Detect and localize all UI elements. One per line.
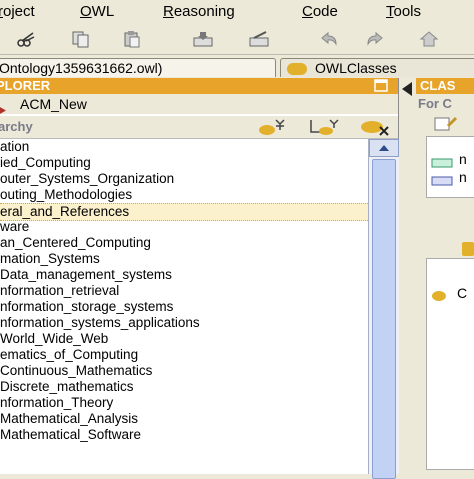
tab-ontology-file[interactable]: Ontology1359631662.owl) bbox=[0, 58, 276, 77]
collapse-arrow-icon[interactable] bbox=[402, 82, 412, 101]
tree-item[interactable]: nformation_storage_systems bbox=[0, 299, 368, 315]
ontology-row: ACM_New bbox=[0, 94, 398, 114]
tree-item[interactable]: outing_Methodologies bbox=[0, 187, 368, 203]
tab-row: Ontology1359631662.owl) OWLClasses bbox=[0, 56, 474, 78]
tree-item[interactable]: Mathematical_Software bbox=[0, 427, 368, 443]
class-editor-panel: CLAS For C n n C bbox=[400, 78, 474, 474]
menu-tools[interactable]: Tools bbox=[386, 3, 421, 20]
property-icon-blue bbox=[431, 173, 453, 191]
edit-annotation-icon[interactable] bbox=[434, 116, 458, 137]
scroll-up-button[interactable] bbox=[369, 139, 399, 157]
ontology-name: ACM_New bbox=[20, 96, 87, 112]
tree-item[interactable]: an_Centered_Computing bbox=[0, 235, 368, 251]
tree-item[interactable]: ware bbox=[0, 219, 368, 235]
menu-reasoning[interactable]: Reasoning bbox=[163, 3, 235, 20]
undo-icon[interactable] bbox=[318, 29, 340, 49]
tree-item[interactable]: Mathematical_Analysis bbox=[0, 411, 368, 427]
tab-owl-classes[interactable]: OWLClasses bbox=[280, 58, 474, 77]
property-icon-green bbox=[431, 155, 453, 173]
insert-icon[interactable] bbox=[192, 29, 214, 49]
chevron-up-icon bbox=[379, 145, 389, 151]
annotation-item-1[interactable]: n bbox=[459, 151, 467, 167]
tree-item[interactable]: World_Wide_Web bbox=[0, 331, 368, 347]
scroll-thumb[interactable] bbox=[372, 159, 396, 479]
explorer-title: PLORER bbox=[0, 78, 51, 93]
menu-project[interactable]: roject bbox=[0, 3, 35, 20]
class-icon bbox=[287, 63, 307, 76]
for-class-label: For C bbox=[418, 96, 452, 111]
redo-icon[interactable] bbox=[364, 29, 386, 49]
annotations-box: n n bbox=[426, 136, 474, 198]
toolbar bbox=[0, 24, 474, 55]
tree-item[interactable]: mation_Systems bbox=[0, 251, 368, 267]
tree-scrollbar[interactable] bbox=[368, 139, 399, 479]
tab-ontology-file-label: Ontology1359631662.owl) bbox=[0, 60, 163, 76]
superclass-item[interactable]: C bbox=[457, 285, 467, 301]
class-explorer-panel: PLORER ACM_New archy ation ied_Computing… bbox=[0, 78, 399, 479]
paste-icon[interactable] bbox=[121, 29, 143, 49]
tree-item[interactable]: nformation_Theory bbox=[0, 395, 368, 411]
hierarchy-label: archy bbox=[0, 119, 33, 134]
tab-owl-classes-label: OWLClasses bbox=[315, 60, 397, 76]
tree-item[interactable]: nformation_retrieval bbox=[0, 283, 368, 299]
tree-item[interactable]: Data_management_systems bbox=[0, 267, 368, 283]
cut-icon[interactable] bbox=[16, 29, 38, 49]
annotation-item-2[interactable]: n bbox=[459, 169, 467, 185]
tree-item[interactable]: nformation_systems_applications bbox=[0, 315, 368, 331]
tree-item[interactable]: Discrete_mathematics bbox=[0, 379, 368, 395]
superclasses-box: C bbox=[426, 258, 474, 470]
edit-icon[interactable] bbox=[248, 29, 270, 49]
class-icon bbox=[431, 289, 447, 307]
menu-owl[interactable]: OWL bbox=[80, 3, 114, 20]
tree-item[interactable]: Continuous_Mathematics bbox=[0, 363, 368, 379]
tree-item[interactable]: ematics_of_Computing bbox=[0, 347, 368, 363]
copy-icon[interactable] bbox=[70, 29, 92, 49]
class-editor-title: CLAS bbox=[420, 78, 456, 93]
tree-item[interactable]: ation bbox=[0, 139, 368, 155]
hierarchy-row: archy bbox=[0, 116, 398, 139]
class-tree: ation ied_Computing outer_Systems_Organi… bbox=[0, 139, 368, 474]
menu-code[interactable]: Code bbox=[302, 3, 338, 20]
class-editor-header: CLAS bbox=[416, 78, 474, 94]
home-icon[interactable] bbox=[418, 29, 440, 49]
menu-bar: roject OWL Reasoning Code Tools bbox=[0, 0, 474, 25]
tree-item[interactable]: ied_Computing bbox=[0, 155, 368, 171]
explorer-header: PLORER bbox=[0, 78, 398, 94]
tree-item[interactable]: outer_Systems_Organization bbox=[0, 171, 368, 187]
